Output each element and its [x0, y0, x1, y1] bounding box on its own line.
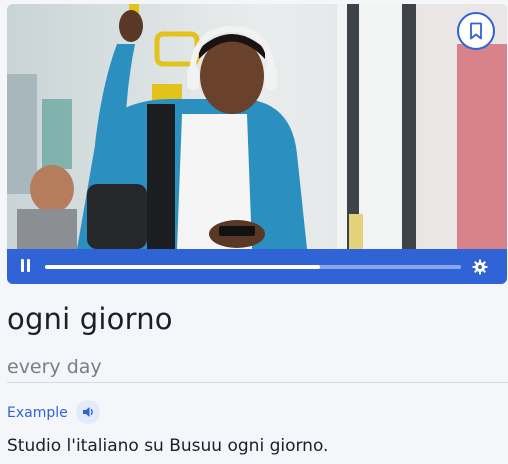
- pause-icon[interactable]: [19, 259, 33, 273]
- gear-icon[interactable]: [472, 259, 488, 275]
- example-audio-button[interactable]: [76, 400, 100, 424]
- word-translation: every day: [7, 356, 102, 378]
- progress-fill: [45, 265, 320, 269]
- divider: [7, 382, 508, 383]
- video-card: [7, 4, 507, 284]
- video-frame[interactable]: [7, 4, 507, 249]
- example-label: Example: [7, 405, 68, 421]
- example-sentence: Studio l'italiano su Busuu ogni giorno.: [7, 436, 329, 456]
- video-controls: [7, 249, 507, 284]
- bookmark-button[interactable]: [457, 12, 495, 50]
- speaker-icon: [82, 407, 93, 417]
- bookmark-icon: [470, 22, 482, 40]
- word-title: ogni giorno: [7, 302, 173, 336]
- progress-slider[interactable]: [45, 265, 461, 269]
